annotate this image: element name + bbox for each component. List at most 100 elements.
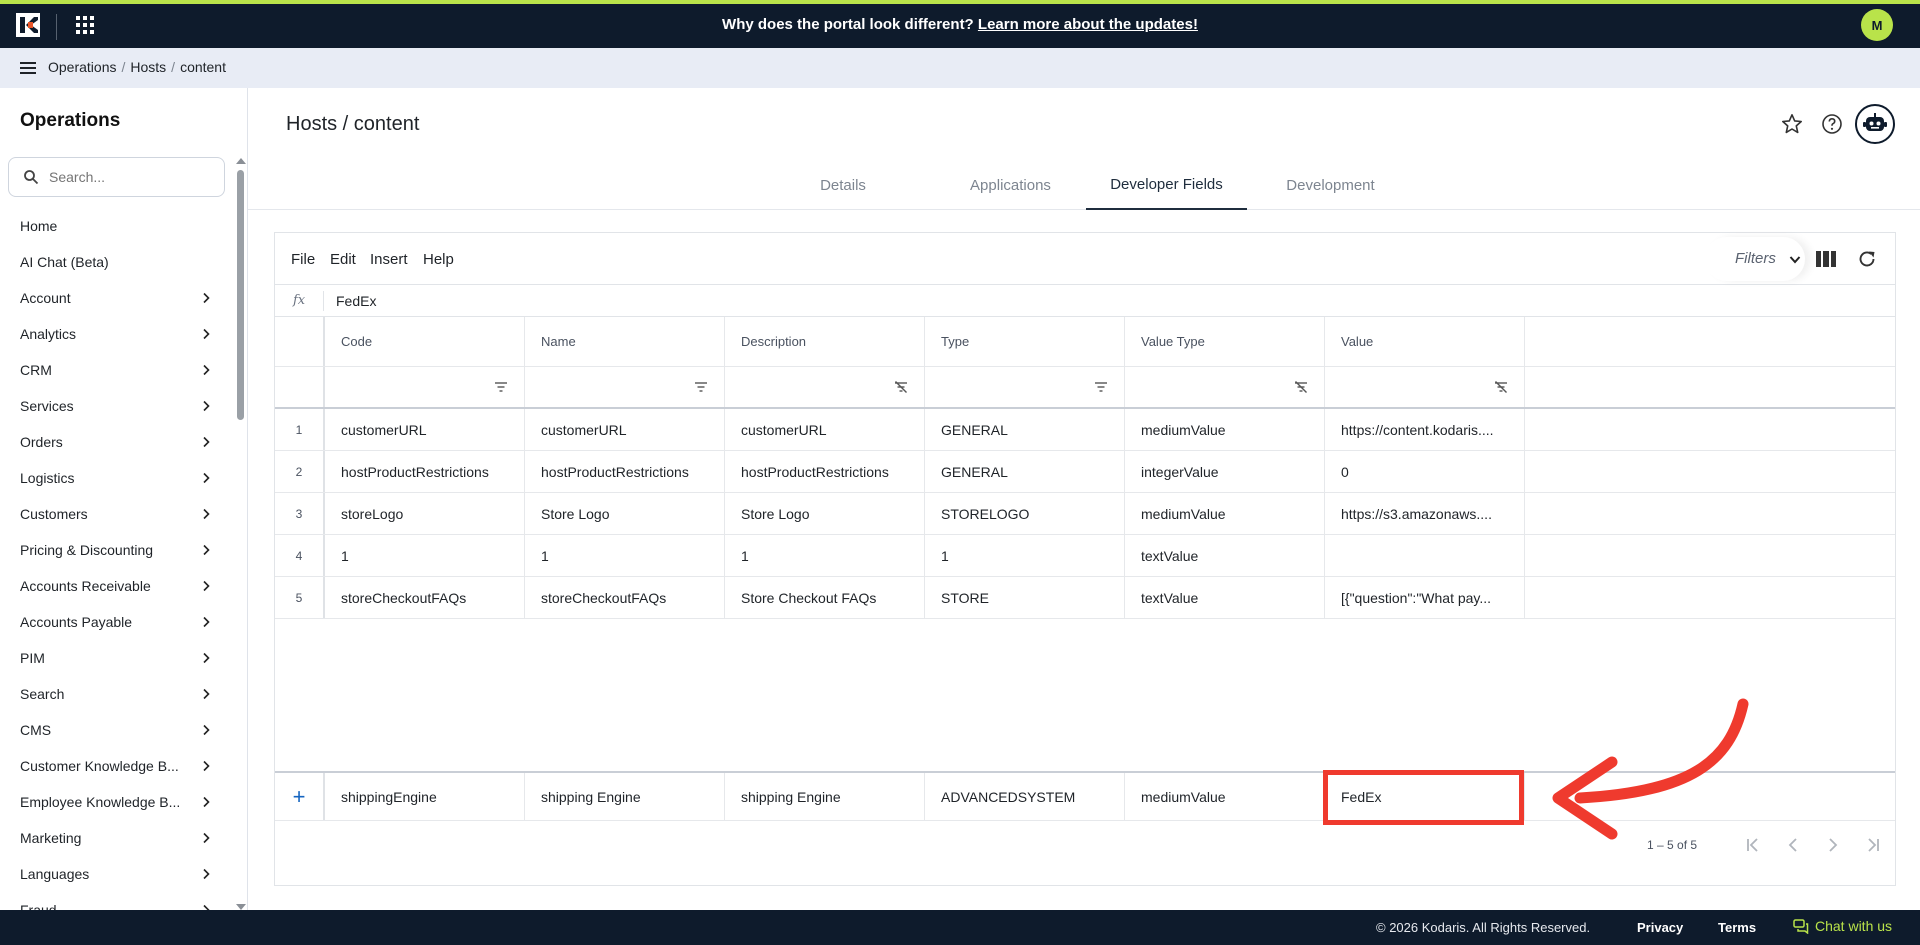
sidebar-item-analytics[interactable]: Analytics xyxy=(0,316,228,352)
cell-description[interactable]: Store Logo xyxy=(725,493,925,534)
sidebar-item-home[interactable]: Home xyxy=(0,208,228,244)
cell-type[interactable]: GENERAL xyxy=(925,409,1125,450)
cell-type[interactable]: STORE xyxy=(925,577,1125,618)
filter-cell-name[interactable] xyxy=(525,367,725,407)
cell-value-type[interactable]: integerValue xyxy=(1125,451,1325,492)
column-header-description[interactable]: Description xyxy=(725,317,925,366)
filters-toggle[interactable]: Filters xyxy=(1705,237,1805,281)
sidebar-item-fraud[interactable]: Fraud xyxy=(0,892,228,910)
column-header-value-type[interactable]: Value Type xyxy=(1125,317,1325,366)
menu-help[interactable]: Help xyxy=(423,251,454,268)
cell-description[interactable]: Store Checkout FAQs xyxy=(725,577,925,618)
cell-value-type[interactable]: mediumValue xyxy=(1125,493,1325,534)
cell-type[interactable]: STORELOGO xyxy=(925,493,1125,534)
sidebar-item-ai-chat-beta[interactable]: AI Chat (Beta) xyxy=(0,244,228,280)
filter-icon[interactable] xyxy=(694,381,708,393)
sidebar-item-logistics[interactable]: Logistics xyxy=(0,460,228,496)
sidebar-item-customers[interactable]: Customers xyxy=(0,496,228,532)
cell-value-type[interactable]: mediumValue xyxy=(1125,409,1325,450)
sidebar-item-languages[interactable]: Languages xyxy=(0,856,228,892)
menu-insert[interactable]: Insert xyxy=(370,251,408,268)
refresh-icon[interactable] xyxy=(1857,249,1877,269)
cell-name[interactable]: Store Logo xyxy=(525,493,725,534)
filter-cell-description[interactable] xyxy=(725,367,925,407)
filter-cell-code[interactable] xyxy=(325,367,525,407)
cell-type[interactable]: 1 xyxy=(925,535,1125,576)
sidebar-item-account[interactable]: Account xyxy=(0,280,228,316)
help-icon[interactable] xyxy=(1820,112,1844,136)
sidebar-item-pricing-discounting[interactable]: Pricing & Discounting xyxy=(0,532,228,568)
cell-code[interactable]: hostProductRestrictions xyxy=(325,451,525,492)
filter-icon[interactable] xyxy=(494,381,508,393)
sidebar-search[interactable] xyxy=(8,157,225,197)
column-header-value[interactable]: Value xyxy=(1325,317,1525,366)
columns-icon[interactable] xyxy=(1816,251,1836,267)
cell-value[interactable]: 0 xyxy=(1325,451,1525,492)
ai-assistant-button[interactable] xyxy=(1855,104,1895,144)
previous-page-icon[interactable] xyxy=(1781,833,1805,857)
next-page-icon[interactable] xyxy=(1821,833,1845,857)
sidebar-item-crm[interactable]: CRM xyxy=(0,352,228,388)
scroll-up-arrow[interactable] xyxy=(236,158,246,164)
sidebar-item-marketing[interactable]: Marketing xyxy=(0,820,228,856)
cell-code[interactable]: storeCheckoutFAQs xyxy=(325,577,525,618)
star-icon[interactable] xyxy=(1780,112,1804,136)
filter-off-icon[interactable] xyxy=(1494,381,1508,393)
filter-cell-type[interactable] xyxy=(925,367,1125,407)
search-input[interactable] xyxy=(49,166,209,188)
scroll-thumb[interactable] xyxy=(237,170,244,420)
cell-type[interactable]: GENERAL xyxy=(925,451,1125,492)
cell-name[interactable]: 1 xyxy=(525,535,725,576)
announcement-link[interactable]: Learn more about the updates! xyxy=(978,16,1198,33)
sidebar-item-label: CRM xyxy=(20,362,52,378)
cell-description[interactable]: 1 xyxy=(725,535,925,576)
tab-development[interactable]: Development xyxy=(1258,160,1403,210)
cell-code[interactable]: storeLogo xyxy=(325,493,525,534)
filter-cell-value-type[interactable] xyxy=(1125,367,1325,407)
sidebar-item-customer-knowledge-b[interactable]: Customer Knowledge B... xyxy=(0,748,228,784)
sidebar-item-search[interactable]: Search xyxy=(0,676,228,712)
cell-code[interactable]: 1 xyxy=(325,535,525,576)
filter-cell-value[interactable] xyxy=(1325,367,1525,407)
cell-name[interactable]: customerURL xyxy=(525,409,725,450)
menu-file[interactable]: File xyxy=(291,251,315,268)
column-header-code[interactable]: Code xyxy=(325,317,525,366)
last-page-icon[interactable] xyxy=(1861,833,1885,857)
sidebar-item-cms[interactable]: CMS xyxy=(0,712,228,748)
cell-name[interactable]: hostProductRestrictions xyxy=(525,451,725,492)
chat-button[interactable]: Chat with us xyxy=(1793,918,1892,934)
breadcrumb-hosts[interactable]: Hosts xyxy=(130,59,166,75)
column-header-name[interactable]: Name xyxy=(525,317,725,366)
filter-icon[interactable] xyxy=(1094,381,1108,393)
sidebar-item-services[interactable]: Services xyxy=(0,388,228,424)
privacy-link[interactable]: Privacy xyxy=(1637,920,1683,935)
sidebar-scrollbar[interactable] xyxy=(235,158,246,910)
cell-name[interactable]: storeCheckoutFAQs xyxy=(525,577,725,618)
terms-link[interactable]: Terms xyxy=(1718,920,1756,935)
cell-value[interactable]: https://s3.amazonaws.... xyxy=(1325,493,1525,534)
tab-details[interactable]: Details xyxy=(778,160,908,210)
hamburger-menu-icon[interactable] xyxy=(20,60,36,76)
sidebar-item-accounts-payable[interactable]: Accounts Payable xyxy=(0,604,228,640)
cell-value-type[interactable]: textValue xyxy=(1125,535,1325,576)
cell-value-type[interactable]: textValue xyxy=(1125,577,1325,618)
cell-value[interactable]: https://content.kodaris.... xyxy=(1325,409,1525,450)
filter-off-icon[interactable] xyxy=(894,381,908,393)
cell-value[interactable]: [{"question":"What pay... xyxy=(1325,577,1525,618)
formula-value[interactable]: FedEx xyxy=(336,293,376,309)
tab-applications[interactable]: Applications xyxy=(928,160,1093,210)
menu-edit[interactable]: Edit xyxy=(330,251,356,268)
cell-value[interactable] xyxy=(1325,535,1525,576)
breadcrumb-operations[interactable]: Operations xyxy=(48,59,116,75)
user-avatar[interactable]: M xyxy=(1861,9,1893,41)
cell-description[interactable]: customerURL xyxy=(725,409,925,450)
cell-description[interactable]: hostProductRestrictions xyxy=(725,451,925,492)
column-header-type[interactable]: Type xyxy=(925,317,1125,366)
sidebar-item-employee-knowledge-b[interactable]: Employee Knowledge B... xyxy=(0,784,228,820)
filter-off-icon[interactable] xyxy=(1294,381,1308,393)
sidebar-item-accounts-receivable[interactable]: Accounts Receivable xyxy=(0,568,228,604)
sidebar-item-orders[interactable]: Orders xyxy=(0,424,228,460)
sidebar-item-pim[interactable]: PIM xyxy=(0,640,228,676)
cell-code[interactable]: customerURL xyxy=(325,409,525,450)
tab-developer-fields[interactable]: Developer Fields xyxy=(1086,160,1247,210)
